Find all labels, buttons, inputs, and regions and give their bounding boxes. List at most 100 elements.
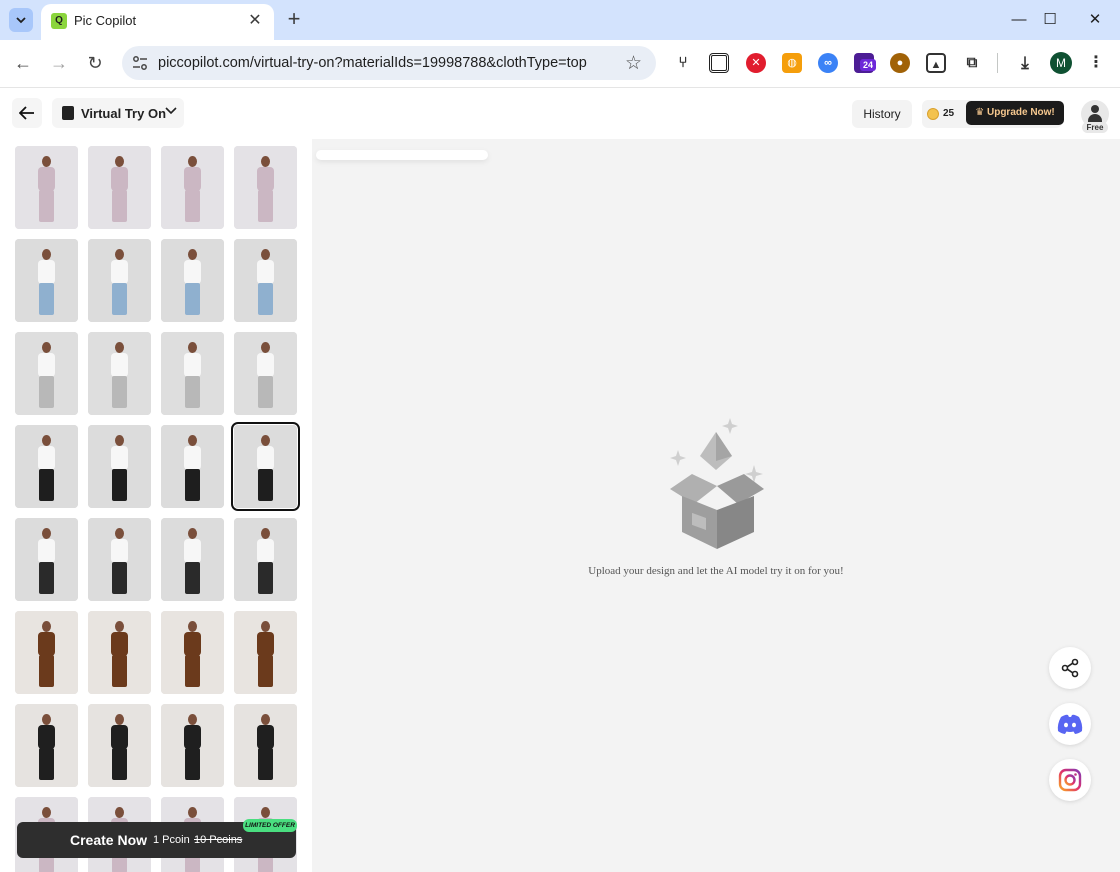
model-head	[188, 435, 197, 446]
arrow-left-icon	[19, 106, 34, 120]
model-thumbnail[interactable]	[88, 704, 151, 787]
model-thumbnail[interactable]	[15, 239, 78, 322]
model-top	[111, 260, 128, 284]
back-arrow-icon[interactable]: ←	[10, 50, 36, 76]
browser-menu-icon[interactable]: ⋮	[1086, 53, 1106, 73]
empty-state-message: Upload your design and let the AI model …	[588, 565, 844, 577]
model-thumbnail[interactable]	[88, 239, 151, 322]
profile-avatar[interactable]: M	[1050, 52, 1072, 74]
model-thumbnail[interactable]	[234, 146, 297, 229]
app-back-button[interactable]	[12, 98, 42, 128]
model-thumbnail[interactable]	[161, 146, 224, 229]
model-thumbnail[interactable]	[161, 704, 224, 787]
download-icon[interactable]: ⤓	[1015, 53, 1035, 73]
model-head	[42, 435, 51, 446]
link-extension-icon[interactable]: ∞	[818, 53, 838, 73]
model-thumbnail[interactable]	[234, 239, 297, 322]
qr-code-extension-icon[interactable]	[709, 53, 729, 73]
minimize-icon[interactable]: —	[1004, 6, 1034, 34]
block-extension-icon[interactable]: ✕	[746, 53, 766, 73]
model-thumbnail[interactable]	[15, 704, 78, 787]
model-thumbnail[interactable]	[88, 425, 151, 508]
model-bottom	[39, 562, 54, 594]
address-bar[interactable]: piccopilot.com/virtual-try-on?materialId…	[122, 46, 656, 80]
model-thumbnail[interactable]	[88, 518, 151, 601]
model-bottom	[112, 190, 127, 222]
history-button[interactable]: History	[852, 100, 912, 128]
model-thumbnail[interactable]	[161, 611, 224, 694]
share-button[interactable]	[1049, 647, 1091, 689]
model-gallery-panel: Create Now 1 Pcoin 10 Pcoins LIMITED OFF…	[0, 139, 312, 872]
model-thumbnail[interactable]	[15, 146, 78, 229]
model-thumbnail[interactable]	[231, 422, 300, 511]
model-thumbnail[interactable]	[234, 332, 297, 415]
model-head	[188, 807, 197, 818]
model-thumbnail[interactable]	[234, 611, 297, 694]
reload-icon[interactable]: ↻	[82, 50, 108, 76]
model-top	[111, 725, 128, 749]
cookie-extension-icon[interactable]: ●	[890, 53, 910, 73]
education-extension-icon[interactable]: 24	[854, 53, 876, 73]
model-head	[188, 249, 197, 260]
share-icon	[1061, 658, 1079, 678]
tool-selector-dropdown[interactable]: Virtual Try On	[52, 98, 184, 128]
chevron-down-icon	[165, 107, 177, 115]
model-top	[184, 539, 201, 563]
translate-extension-icon[interactable]: ◍	[782, 53, 802, 73]
model-thumbnail[interactable]	[15, 518, 78, 601]
model-thumbnail[interactable]	[15, 332, 78, 415]
model-head	[42, 342, 51, 353]
model-bottom	[39, 655, 54, 687]
site-settings-icon[interactable]	[130, 53, 150, 73]
model-top	[184, 446, 201, 470]
model-head	[188, 156, 197, 167]
model-thumbnail[interactable]	[88, 146, 151, 229]
extensions-puzzle-icon[interactable]: ⧉	[962, 53, 982, 73]
model-thumbnail[interactable]	[161, 518, 224, 601]
model-thumbnail[interactable]	[88, 332, 151, 415]
model-top	[184, 260, 201, 284]
model-bottom	[39, 376, 54, 408]
model-top	[111, 167, 128, 191]
model-thumbnail[interactable]	[234, 518, 297, 601]
model-thumbnail[interactable]	[15, 611, 78, 694]
model-top	[38, 539, 55, 563]
model-head	[115, 807, 124, 818]
tab-search-button[interactable]	[9, 8, 33, 32]
empty-box-illustration-icon	[670, 418, 764, 549]
model-top	[257, 260, 274, 284]
model-top	[257, 632, 274, 656]
instagram-button[interactable]	[1049, 759, 1091, 801]
model-top	[184, 725, 201, 749]
browser-tab[interactable]: Q Pic Copilot ✕	[41, 4, 274, 40]
close-window-icon[interactable]: ✕	[1080, 6, 1110, 34]
model-thumbnail[interactable]	[161, 239, 224, 322]
image-extension-icon[interactable]: ▲	[926, 53, 946, 73]
model-bottom	[39, 748, 54, 780]
model-bottom	[185, 562, 200, 594]
model-thumbnail[interactable]	[161, 332, 224, 415]
bookmark-star-icon[interactable]: ☆	[625, 52, 642, 75]
upgrade-button[interactable]: ♛ Upgrade Now!	[966, 101, 1064, 125]
model-thumbnail[interactable]	[15, 425, 78, 508]
upgrade-label: Upgrade Now!	[986, 107, 1055, 118]
coin-count: 25	[943, 108, 955, 119]
model-head	[115, 156, 124, 167]
discord-button[interactable]	[1049, 703, 1091, 745]
instagram-icon	[1058, 768, 1082, 792]
model-top	[38, 353, 55, 377]
model-bottom	[185, 190, 200, 222]
model-bottom	[185, 376, 200, 408]
tools-extension-icon[interactable]: ⑂	[673, 53, 693, 73]
create-now-button[interactable]: Create Now 1 Pcoin 10 Pcoins LIMITED OFF…	[17, 819, 297, 858]
pic-copilot-logo-icon	[62, 106, 74, 120]
maximize-icon[interactable]: ☐	[1035, 6, 1065, 34]
model-thumbnail[interactable]	[161, 425, 224, 508]
model-thumbnail[interactable]	[234, 704, 297, 787]
model-thumbnail[interactable]	[88, 611, 151, 694]
close-tab-icon[interactable]: ✕	[245, 11, 265, 31]
model-head	[115, 249, 124, 260]
forward-arrow-icon[interactable]: →	[46, 50, 72, 76]
new-tab-button[interactable]: +	[282, 8, 306, 32]
model-bottom	[39, 283, 54, 315]
